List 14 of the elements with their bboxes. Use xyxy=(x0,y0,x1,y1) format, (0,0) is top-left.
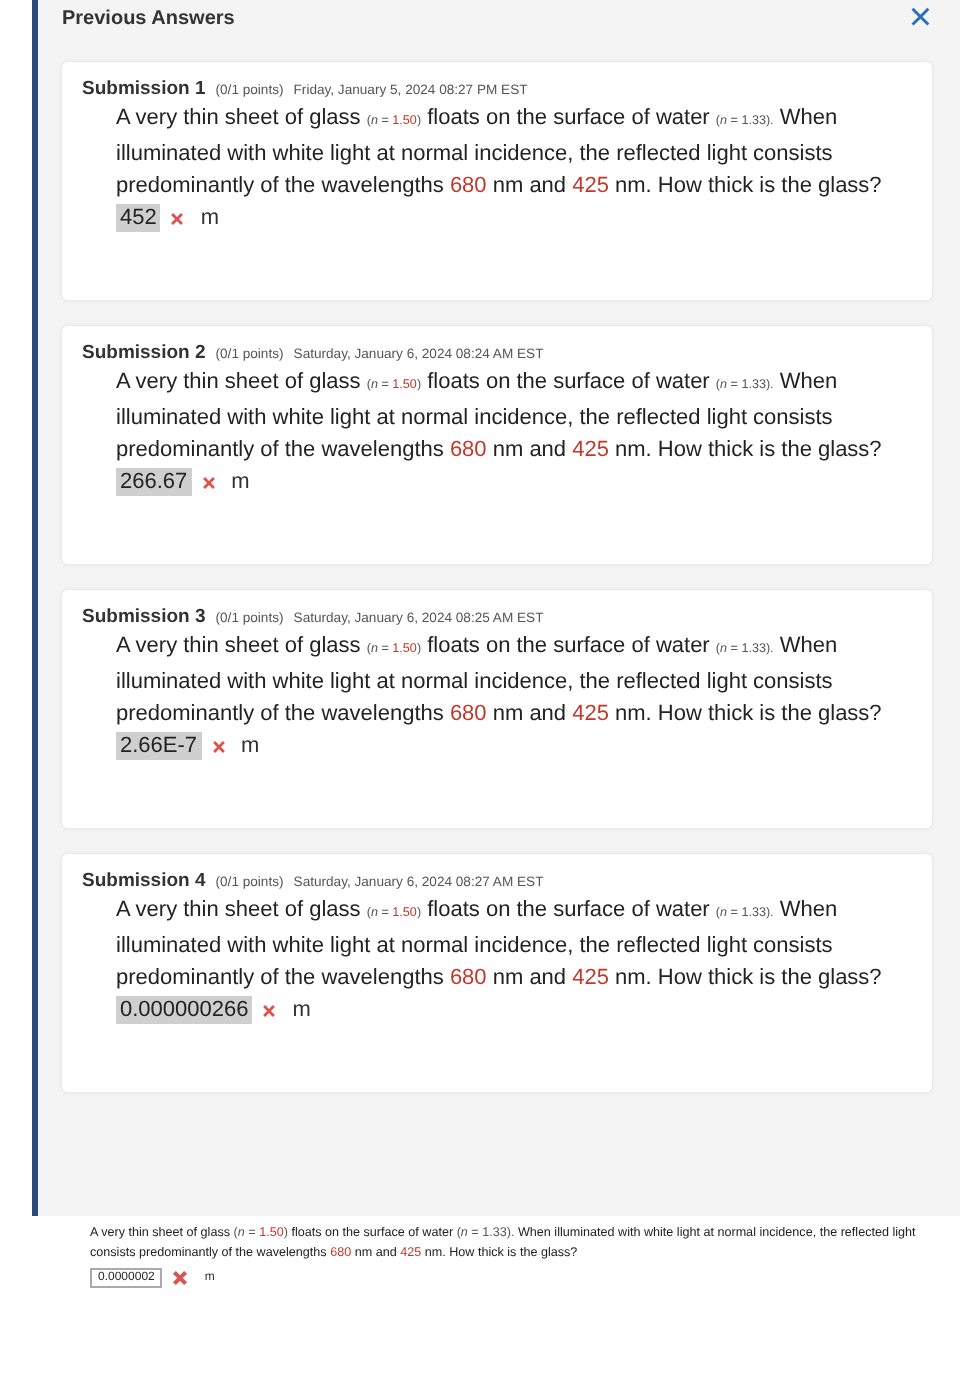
submission-label: Submission 4 xyxy=(82,870,206,892)
unit-label: m xyxy=(241,734,260,758)
panel-title: Previous Answers xyxy=(62,7,235,29)
answer-value: 266.67 xyxy=(116,468,192,496)
close-button[interactable]: × xyxy=(908,0,932,36)
submission-label: Submission 1 xyxy=(82,78,206,100)
answer-value: 0.000000266 xyxy=(116,996,253,1024)
submission-label: Submission 2 xyxy=(82,342,206,364)
unit-label: m xyxy=(292,998,311,1022)
answer-value: 2.66E-7 xyxy=(116,732,202,760)
submission-label: Submission 3 xyxy=(82,606,206,628)
unit-label: m xyxy=(200,206,220,230)
unit-label: m xyxy=(231,470,250,494)
answer-value: 452 xyxy=(116,204,161,232)
